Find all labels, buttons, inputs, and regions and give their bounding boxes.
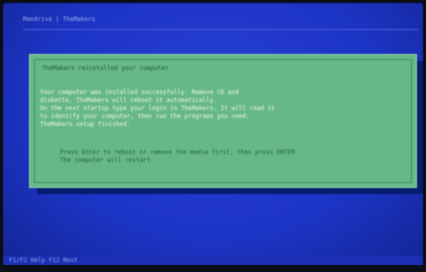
dialog-title: TheMakers reinstalled your computer (42, 65, 169, 72)
dialog-message-line: On the next startup type your login in T… (40, 105, 275, 112)
dialog-instruction-line: The computer will restart. (60, 157, 154, 164)
dialog-message-line: to identify your computer, then run the … (40, 113, 250, 120)
install-complete-dialog: TheMakers reinstalled your computer Your… (29, 54, 417, 188)
monitor-bezel (0, 265, 426, 272)
installer-screen: Mandriva | TheMakers TheMakers reinstall… (3, 3, 423, 266)
dialog-instruction-line: Press Enter to reboot or remove the medi… (60, 149, 295, 156)
dialog-message-line: Your computer was installed successfully… (40, 89, 239, 96)
dialog-message-line: TheMakers setup finished. (40, 121, 131, 128)
status-bar-text: F1/F2 Help F12 Next (9, 257, 78, 264)
dialog-message-line: diskette, TheMakers will reboot it autom… (40, 97, 218, 104)
window-title: Mandriva | TheMakers (23, 16, 96, 23)
photo-frame: Mandriva | TheMakers TheMakers reinstall… (0, 0, 426, 272)
title-divider (23, 29, 418, 30)
